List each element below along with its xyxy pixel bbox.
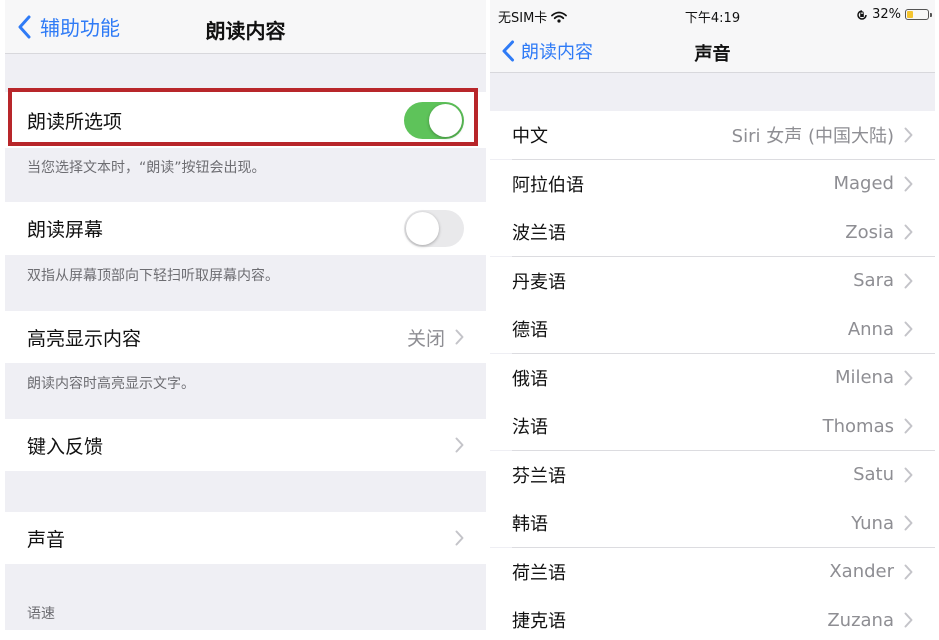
nav-bar: 朗读内容 声音 xyxy=(490,30,935,73)
language-label: 芬兰语 xyxy=(512,465,566,487)
language-label: 丹麦语 xyxy=(512,271,566,293)
toggle-knob xyxy=(429,103,462,137)
chevron-right-icon xyxy=(904,370,913,385)
language-row[interactable]: 捷克语 Zuzana xyxy=(490,596,935,640)
chevron-left-icon xyxy=(18,15,31,38)
chevron-right-icon xyxy=(455,437,464,453)
language-label: 法语 xyxy=(512,417,548,438)
language-label: 德语 xyxy=(512,320,548,341)
language-label: 阿拉伯语 xyxy=(512,174,584,196)
language-row[interactable]: 韩语 Yuna xyxy=(490,499,935,547)
voice-name: Thomas xyxy=(822,415,894,437)
speak-screen-row: 朗读屏幕 xyxy=(5,202,486,255)
highlight-content-row[interactable]: 高亮显示内容 关闭 xyxy=(5,311,486,363)
speak-selection-label: 朗读所选项 xyxy=(27,110,123,133)
language-label: 俄语 xyxy=(512,368,548,390)
speak-screen-footer: 双指从屏幕顶部向下轻扫听取屏幕内容。 xyxy=(27,268,279,284)
battery-fill xyxy=(907,11,913,18)
speaking-rate-header: 语速 xyxy=(27,606,55,622)
voice-name: Satu xyxy=(853,464,894,485)
language-row[interactable]: 阿拉伯语 Maged xyxy=(490,159,935,208)
speak-selection-toggle[interactable] xyxy=(404,101,464,139)
typing-feedback-row[interactable]: 键入反馈 xyxy=(5,419,486,471)
voice-name: Xander xyxy=(829,561,894,582)
chevron-right-icon xyxy=(904,321,913,337)
status-bar: 无SIM卡 下午4:19 32% xyxy=(490,0,935,30)
back-button-label: 朗读内容 xyxy=(521,42,593,63)
language-row[interactable]: 波兰语 Zosia xyxy=(490,208,935,256)
speaking-rate-row xyxy=(5,630,486,640)
chevron-right-icon xyxy=(904,612,913,628)
language-label: 波兰语 xyxy=(512,223,566,244)
chevron-right-icon xyxy=(904,467,913,482)
chevron-right-icon xyxy=(904,224,913,240)
voice-name: Maged xyxy=(833,173,895,194)
typing-feedback-label: 键入反馈 xyxy=(27,435,104,458)
chevron-right-icon xyxy=(904,176,913,191)
language-row[interactable]: 俄语 Milena xyxy=(490,353,935,402)
language-row[interactable]: 丹麦语 Sara xyxy=(490,256,935,305)
nav-bar: 辅助功能 朗读内容 xyxy=(5,0,486,54)
language-label: 韩语 xyxy=(512,514,548,535)
toggle-knob xyxy=(406,212,439,245)
voices-row[interactable]: 声音 xyxy=(5,512,486,564)
voices-label: 声音 xyxy=(27,528,66,551)
speak-screen-label: 朗读屏幕 xyxy=(27,219,104,241)
chevron-right-icon xyxy=(904,515,913,531)
battery-percent: 32% xyxy=(872,7,901,22)
orientation-lock-icon xyxy=(857,9,867,20)
speak-content-screen: 辅助功能 朗读内容 朗读所选项 当您选择文本时，“朗读”按钮会出现。 朗读屏幕 … xyxy=(5,0,486,640)
chevron-right-icon xyxy=(904,273,913,288)
voice-name: Yuna xyxy=(851,512,894,534)
language-row[interactable]: 法语 Thomas xyxy=(490,402,935,450)
language-row[interactable]: 德语 Anna xyxy=(490,305,935,353)
language-label: 荷兰语 xyxy=(512,562,566,584)
back-button-label: 辅助功能 xyxy=(40,16,120,40)
voice-name: Zuzana xyxy=(827,609,894,631)
voice-name: Sara xyxy=(853,270,894,291)
chevron-right-icon xyxy=(904,418,913,434)
chevron-right-icon xyxy=(904,564,913,579)
chevron-right-icon xyxy=(455,329,464,345)
highlight-content-footer: 朗读内容时高亮显示文字。 xyxy=(27,376,195,392)
language-row[interactable]: 中文 Siri 女声 (中国大陆) xyxy=(490,111,935,159)
language-label: 中文 xyxy=(512,126,548,147)
language-label: 捷克语 xyxy=(512,611,566,632)
highlight-content-label: 高亮显示内容 xyxy=(27,327,142,350)
voice-name: Anna xyxy=(847,318,894,340)
back-button[interactable]: 辅助功能 xyxy=(18,12,120,41)
chevron-left-icon xyxy=(502,40,514,62)
battery-icon xyxy=(905,9,932,20)
voice-name: Zosia xyxy=(845,221,894,243)
chevron-right-icon xyxy=(904,127,913,143)
language-row[interactable]: 芬兰语 Satu xyxy=(490,450,935,499)
back-button[interactable]: 朗读内容 xyxy=(502,38,593,64)
speak-selection-footer: 当您选择文本时，“朗读”按钮会出现。 xyxy=(27,160,266,176)
chevron-right-icon xyxy=(455,530,464,546)
voices-screen: 无SIM卡 下午4:19 32% 朗读内容 声音 中文 Siri 女声 (中国大… xyxy=(490,0,935,640)
voice-name: Siri 女声 (中国大陆) xyxy=(731,126,894,147)
speak-screen-toggle[interactable] xyxy=(404,210,464,247)
voice-name: Milena xyxy=(834,367,894,388)
language-row[interactable]: 荷兰语 Xander xyxy=(490,547,935,596)
speak-selection-row: 朗读所选项 xyxy=(5,92,486,148)
highlight-content-value: 关闭 xyxy=(406,327,445,350)
